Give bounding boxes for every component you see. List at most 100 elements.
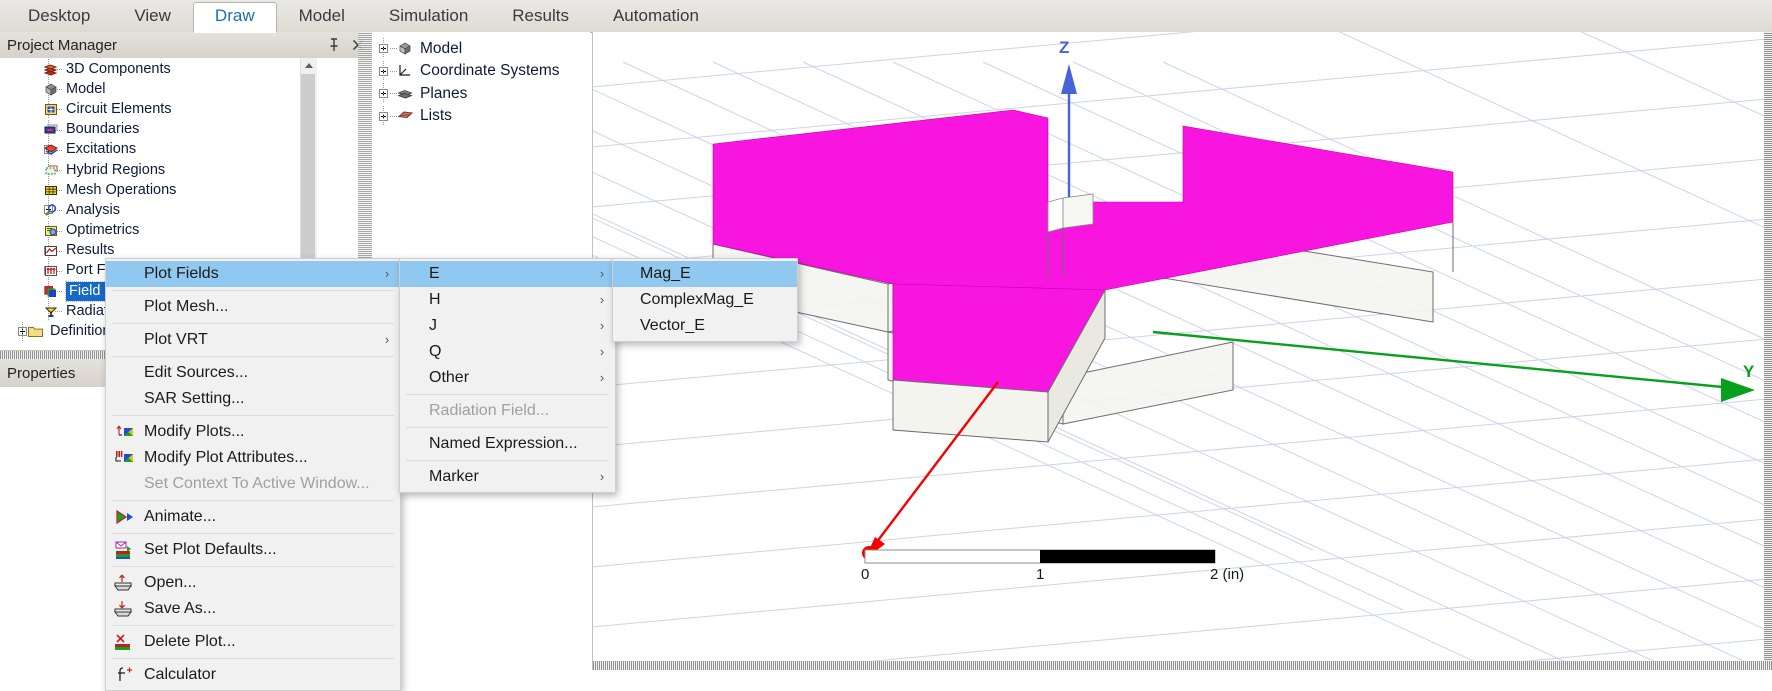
menu-item-label: SAR Setting... (144, 390, 245, 407)
analysis-icon (42, 202, 61, 219)
submenu-plot-fields[interactable]: E › H › J › Q › Other › Radiation Field.… (399, 258, 616, 493)
menu-icon (613, 289, 640, 311)
scrollbar-thumb[interactable] (301, 74, 315, 266)
menu-item-plot-mesh[interactable]: Plot Mesh... (106, 294, 400, 320)
scroll-up-icon[interactable] (301, 58, 317, 74)
menu-item-sar-setting[interactable]: SAR Setting... (106, 386, 400, 412)
menu-item-calculator[interactable]: Calculator (106, 662, 400, 688)
submenu-item-mag-e[interactable]: Mag_E (613, 261, 797, 287)
menu-item-save-as[interactable]: Save As... (106, 596, 400, 622)
planes-icon (396, 85, 415, 102)
tab-desktop[interactable]: Desktop (6, 2, 112, 32)
menu-item-set-plot-defaults[interactable]: Set Plot Defaults... (106, 537, 400, 563)
submenu-item-j[interactable]: J › (400, 313, 615, 339)
axis-y-label: Y (1743, 362, 1755, 381)
save-as-icon (110, 598, 144, 620)
context-menu-field-overlays[interactable]: Plot Fields › Plot Mesh... Plot VRT › Ed… (105, 258, 401, 691)
model-tree-list: Model Coordinate Systems Planes Lists (372, 32, 590, 127)
excitations-icon (42, 141, 61, 158)
chevron-right-icon: › (599, 344, 605, 359)
port-field-display-icon (42, 262, 61, 279)
menu-icon (110, 329, 144, 351)
menu-icon (400, 315, 429, 337)
menu-item-label: H (429, 291, 441, 308)
menu-separator (406, 394, 609, 395)
menu-icon (110, 388, 144, 410)
menu-item-plot-fields[interactable]: Plot Fields › (106, 261, 400, 287)
menu-item-label: Q (429, 343, 442, 360)
tab-simulation[interactable]: Simulation (367, 2, 490, 32)
tab-automation[interactable]: Automation (591, 2, 721, 32)
tree-indent (2, 220, 63, 241)
menu-separator (112, 566, 394, 567)
menu-icon (110, 296, 144, 318)
chevron-right-icon: › (384, 266, 390, 281)
submenu-item-marker[interactable]: Marker › (400, 464, 615, 490)
model-tree-item-lists[interactable]: Lists (372, 105, 590, 128)
tree-indent (374, 60, 398, 81)
tab-view[interactable]: View (112, 2, 193, 32)
modify-plots-icon (110, 421, 144, 443)
menu-separator (112, 323, 394, 324)
properties-title: Properties (7, 364, 76, 382)
tree-item-label: Optimetrics (66, 222, 140, 239)
tree-indent (2, 99, 63, 120)
menu-icon (110, 362, 144, 384)
menu-item-label: Plot VRT (144, 331, 208, 348)
menu-item-label: Marker (429, 468, 479, 485)
menu-separator (112, 625, 394, 626)
tab-results[interactable]: Results (490, 2, 591, 32)
3d-viewport[interactable]: Z Y 0 1 2 (in) https://blog.csdn.net/qq_… (592, 32, 1772, 670)
menu-item-label: Modify Plot Attributes... (144, 449, 308, 466)
tree-indent (2, 180, 63, 201)
tree-item-label: Results (66, 242, 115, 259)
menu-item-delete-plot[interactable]: Delete Plot... (106, 629, 400, 655)
submenu-item-q[interactable]: Q › (400, 339, 615, 365)
menu-item-edit-sources[interactable]: Edit Sources... (106, 360, 400, 386)
tree-item-label: 3D Components (66, 60, 171, 77)
menu-item-label: ComplexMag_E (640, 291, 754, 308)
menu-item-plot-vrt[interactable]: Plot VRT › (106, 327, 400, 353)
submenu-item-complexmag-e[interactable]: ComplexMag_E (613, 287, 797, 313)
menu-item-label: Calculator (144, 666, 217, 683)
viewport-scrollbar-vertical[interactable] (1764, 32, 1772, 670)
folder-icon (26, 323, 45, 340)
menu-icon (613, 263, 640, 285)
submenu-item-vector-e[interactable]: Vector_E (613, 313, 797, 339)
menu-separator (112, 658, 394, 659)
submenu-item-named-expression[interactable]: Named Expression... (400, 431, 615, 457)
tree-indent (2, 160, 63, 181)
submenu-e-quantities[interactable]: Mag_E ComplexMag_E Vector_E (612, 258, 798, 342)
tree-item-label: Mesh Operations (66, 181, 177, 198)
chevron-right-icon: › (599, 370, 605, 385)
model-tree-item-planes[interactable]: Planes (372, 82, 590, 105)
menu-separator (112, 356, 394, 357)
tab-model[interactable]: Model (277, 2, 367, 32)
menu-icon (110, 263, 144, 285)
chevron-right-icon: › (384, 332, 390, 347)
tree-item-label: Boundaries (66, 121, 140, 138)
tree-item-label: Excitations (66, 141, 137, 158)
model-tree-item-coordinate-systems[interactable]: Coordinate Systems (372, 60, 590, 83)
results-icon (42, 242, 61, 259)
ribbon-tabbar: Desktop View Draw Model Simulation Resul… (0, 0, 1772, 33)
menu-item-modify-plots[interactable]: Modify Plots... (106, 419, 400, 445)
tab-draw[interactable]: Draw (192, 2, 277, 33)
tree-indent (2, 281, 63, 302)
viewport-scrollbar-horizontal[interactable] (593, 661, 1772, 670)
submenu-item-other[interactable]: Other › (400, 365, 615, 391)
tree-indent (374, 105, 398, 126)
model-tree-item-model[interactable]: Model (372, 37, 590, 60)
menu-item-label: Animate... (144, 508, 217, 525)
menu-item-open[interactable]: Open... (106, 570, 400, 596)
menu-item-label: J (429, 317, 437, 334)
menu-item-label: Set Plot Defaults... (144, 541, 277, 558)
menu-icon (400, 400, 429, 422)
model-via (1047, 197, 1064, 233)
menu-item-animate[interactable]: Animate... (106, 504, 400, 530)
pin-icon[interactable] (324, 35, 344, 55)
tree-indent (2, 139, 63, 160)
submenu-item-e[interactable]: E › (400, 261, 615, 287)
menu-item-modify-plot-attributes[interactable]: Modify Plot Attributes... (106, 445, 400, 471)
submenu-item-h[interactable]: H › (400, 287, 615, 313)
